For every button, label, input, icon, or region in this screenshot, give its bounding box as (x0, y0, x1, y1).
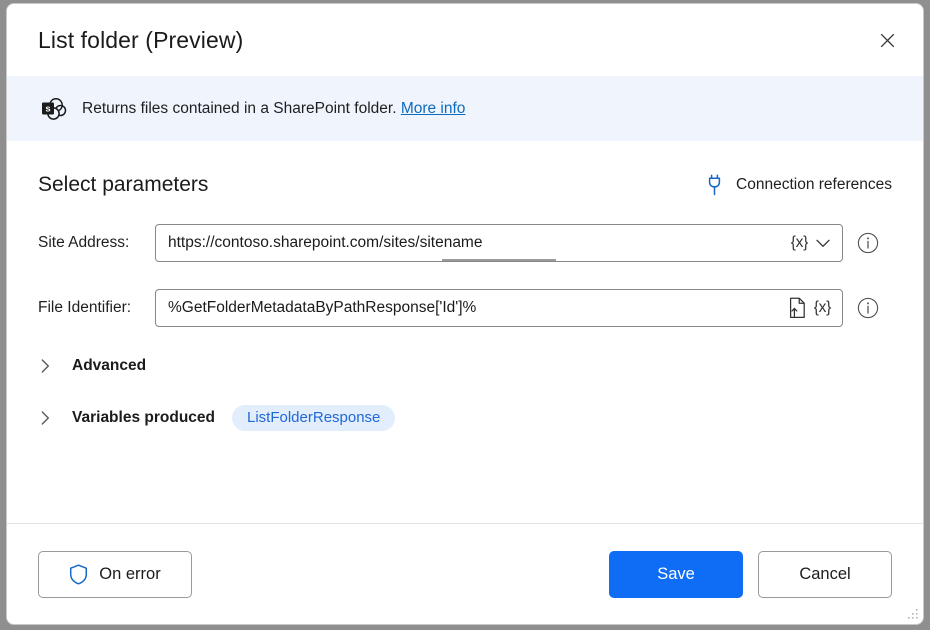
cancel-button[interactable]: Cancel (758, 551, 892, 598)
variable-picker-icon[interactable]: {x} (814, 299, 831, 317)
dialog-footer: On error Save Cancel (7, 523, 923, 624)
variable-picker-icon[interactable]: {x} (791, 234, 808, 252)
expander-variables-produced[interactable]: Variables produced ListFolderResponse (38, 405, 892, 431)
on-error-label: On error (99, 565, 160, 584)
banner-text-label: Returns files contained in a SharePoint … (82, 100, 397, 117)
resize-grip[interactable] (906, 608, 919, 621)
more-info-link[interactable]: More info (401, 100, 466, 117)
site-address-info-icon[interactable] (857, 232, 879, 254)
field-row-site-address: Site Address: https://contoso.sharepoint… (38, 224, 892, 262)
plug-icon (706, 174, 725, 196)
select-parameters-heading: Select parameters (38, 173, 208, 197)
field-row-file-identifier: File Identifier: %GetFolderMetadataByPat… (38, 289, 892, 327)
file-upload-icon (788, 297, 807, 319)
shield-icon (69, 564, 88, 585)
dialog-body: Select parameters Connection references … (7, 141, 923, 523)
banner-description: Returns files contained in a SharePoint … (82, 100, 465, 118)
file-identifier-input[interactable]: %GetFolderMetadataByPathResponse['Id']% … (155, 289, 843, 327)
chevron-down-icon[interactable] (815, 237, 831, 250)
resize-grip-icon (906, 608, 919, 621)
svg-text:s: s (45, 103, 50, 114)
site-address-label: Site Address: (38, 234, 155, 252)
info-banner: s Returns files contained in a SharePoin… (7, 76, 923, 141)
variable-badge[interactable]: ListFolderResponse (232, 405, 395, 431)
page-title: List folder (Preview) (38, 27, 865, 54)
expander-advanced[interactable]: Advanced (38, 357, 892, 375)
connection-references-button[interactable]: Connection references (706, 174, 892, 196)
dialog-titlebar: List folder (Preview) (7, 4, 923, 76)
file-identifier-info-icon[interactable] (857, 297, 879, 319)
connection-references-label: Connection references (736, 176, 892, 194)
file-picker-icon[interactable] (788, 297, 807, 319)
parameters-header-row: Select parameters Connection references (38, 173, 892, 197)
file-identifier-label: File Identifier: (38, 299, 155, 317)
site-address-adornments: {x} (791, 234, 842, 252)
expander-advanced-label: Advanced (72, 357, 146, 375)
dialog-window: List folder (Preview) s Returns files co… (6, 3, 924, 625)
site-address-input[interactable]: https://contoso.sharepoint.com/sites/sit… (155, 224, 843, 262)
chevron-right-icon (41, 411, 63, 425)
chevron-right-icon (41, 359, 63, 373)
file-identifier-adornments: {x} (788, 297, 842, 319)
save-button[interactable]: Save (609, 551, 743, 598)
close-button[interactable] (865, 20, 909, 60)
site-address-value: https://contoso.sharepoint.com/sites/sit… (156, 225, 791, 261)
expander-variables-produced-label: Variables produced (72, 409, 215, 427)
on-error-button[interactable]: On error (38, 551, 192, 598)
close-icon (880, 33, 895, 48)
chevron-down-glyph (816, 239, 830, 248)
sharepoint-icon: s (38, 94, 68, 124)
file-identifier-value: %GetFolderMetadataByPathResponse['Id']% (156, 290, 788, 326)
